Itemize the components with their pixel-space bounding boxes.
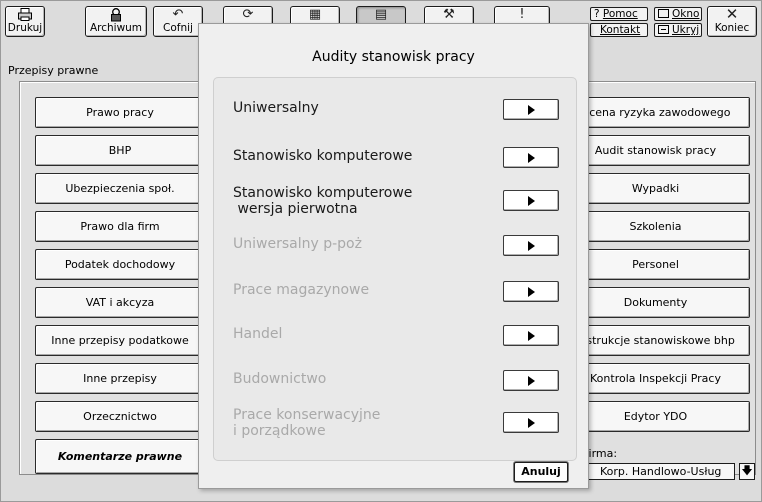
print-button[interactable]: Drukuj [5, 6, 45, 37]
nav-prawo-pracy[interactable]: Prawo pracy [35, 97, 205, 128]
exit-label: Koniec [714, 22, 750, 34]
close-icon: ✕ [725, 5, 739, 23]
nav-inne-podatkowe[interactable]: Inne przepisy podatkowe [35, 325, 205, 356]
play-icon [528, 376, 535, 386]
audit-item-label: Stanowisko komputerowe wersja pierwotna [233, 185, 412, 217]
open-handel-button[interactable] [503, 325, 559, 346]
audit-label-line: Uniwersalny [233, 100, 319, 116]
audit-label-line: wersja pierwotna [233, 201, 358, 217]
exclamation-icon: ! [519, 7, 525, 22]
dialog-title: Audity stanowisk pracy [312, 49, 475, 65]
play-icon [528, 105, 535, 115]
audit-label-line: Prace magazynowe [233, 282, 370, 298]
audit-label-line: Handel [233, 326, 283, 342]
audit-label-line: Prace konserwacyjne [233, 407, 381, 423]
nav-wypadki[interactable]: Wypadki [561, 173, 750, 204]
audit-item-label: Prace magazynowe [233, 282, 369, 298]
archive-button[interactable]: Archiwum [85, 6, 147, 37]
help-button[interactable]: ? Pomoc [590, 7, 648, 21]
nav-prawo-dla-firm[interactable]: Prawo dla firm [35, 211, 205, 242]
minimize-icon [658, 25, 669, 34]
undo-icon: ↶ [172, 7, 184, 22]
nav-ocena-ryzyka[interactable]: Ocena ryzyka zawodowego [561, 97, 750, 128]
hide-label: Ukryj [672, 24, 700, 36]
nav-komentarze[interactable]: Komentarze prawne [35, 439, 205, 474]
print-label: Drukuj [7, 22, 43, 34]
nav-personel[interactable]: Personel [561, 249, 750, 280]
calculator-icon: ▦ [308, 7, 322, 22]
section-title: Przepisy prawne [8, 64, 99, 77]
audit-list: Uniwersalny Stanowisko komputerowe Stano… [213, 77, 577, 461]
open-magazynowe-button[interactable] [503, 281, 559, 302]
undo-label: Cofnij [163, 22, 193, 34]
nav-ubezpieczenia[interactable]: Ubezpieczenia społ. [35, 173, 205, 204]
nav-vat[interactable]: VAT i akcyza [35, 287, 205, 318]
nav-audit[interactable]: Audit stanowisk pracy [561, 135, 750, 166]
audit-item-label: Prace konserwacyjne i porządkowe [233, 407, 380, 439]
nav-inne-przepisy[interactable]: Inne przepisy [35, 363, 205, 394]
open-uniwersalny-button[interactable] [503, 99, 559, 120]
play-icon [528, 241, 535, 251]
audit-item-label: Handel [233, 326, 282, 342]
window-button[interactable]: Okno [654, 7, 702, 21]
nav-instrukcje[interactable]: Instrukcje stanowiskowe bhp [561, 325, 750, 356]
nav-podatek-dochodowy[interactable]: Podatek dochodowy [35, 249, 205, 280]
document-icon: ▤ [374, 7, 388, 22]
nav-bhp[interactable]: BHP [35, 135, 205, 166]
audit-label-line: Uniwersalny p-poż [233, 236, 362, 252]
archive-icon [86, 7, 146, 22]
play-icon [528, 418, 535, 428]
audit-label-line: Budownictwo [233, 371, 327, 387]
open-budownictwo-button[interactable] [503, 370, 559, 391]
audit-item-label: Budownictwo [233, 371, 326, 387]
contact-button[interactable]: Kontakt [590, 23, 648, 37]
undo-button[interactable]: ↶ Cofnij [153, 6, 203, 37]
play-icon [528, 287, 535, 297]
hide-button[interactable]: Ukryj [654, 23, 702, 37]
nav-orzecznictwo[interactable]: Orzecznictwo [35, 401, 205, 432]
audit-label-line: Stanowisko komputerowe [233, 185, 413, 201]
play-icon [528, 196, 535, 206]
audit-label-line: Stanowisko komputerowe [233, 148, 413, 164]
refresh-icon: ⟳ [242, 7, 254, 22]
play-icon [528, 153, 535, 163]
audit-label-line: i porządkowe [233, 423, 326, 439]
nav-dokumenty[interactable]: Dokumenty [561, 287, 750, 318]
help-icon: ? [594, 8, 600, 20]
nav-szkolenia[interactable]: Szkolenia [561, 211, 750, 242]
open-komputerowe-button[interactable] [503, 147, 559, 168]
audit-item-label: Uniwersalny p-poż [233, 236, 362, 252]
exit-button[interactable]: ✕ Koniec [707, 6, 757, 37]
cancel-button[interactable]: Anuluj [514, 462, 568, 482]
play-icon [528, 331, 535, 341]
nav-edytor-ydo[interactable]: Edytor YDO [561, 401, 750, 432]
main-window: Drukuj Archiwum ↶ Cofnij ⟳ ▦ ▤ ⚒ ! ? Pom… [0, 0, 762, 502]
audit-item-label: Stanowisko komputerowe [233, 148, 412, 164]
firma-select[interactable]: Korp. Handlowo-Usług [583, 463, 735, 480]
audit-item-label: Uniwersalny [233, 100, 319, 116]
nav-kontrola-pip[interactable]: Kontrola Inspekcji Pracy [561, 363, 750, 394]
contact-label: Kontakt [600, 24, 641, 36]
window-icon [658, 9, 669, 18]
help-label: Pomoc [602, 8, 638, 20]
open-ppoz-button[interactable] [503, 235, 559, 256]
tools-icon: ⚒ [443, 7, 455, 22]
open-komputerowe-pierwotna-button[interactable] [503, 190, 559, 211]
arrow-down-icon: 🡇 [741, 464, 753, 477]
archive-label: Archiwum [89, 22, 143, 34]
printer-icon [6, 7, 44, 22]
audit-dialog: Audity stanowisk pracy Uniwersalny Stano… [198, 23, 589, 489]
open-konserwacyjne-button[interactable] [503, 412, 559, 433]
firma-dropdown-button[interactable]: 🡇 [739, 463, 755, 480]
window-label: Okno [672, 8, 700, 20]
